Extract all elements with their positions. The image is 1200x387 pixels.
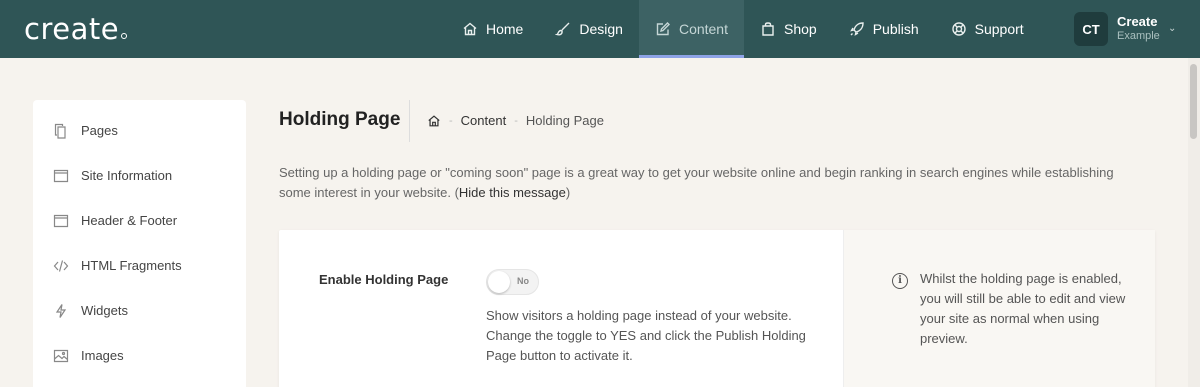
edit-icon [656, 22, 670, 36]
nav-content[interactable]: Content [638, 0, 744, 58]
sidebar-item-html-fragments[interactable]: HTML Fragments [33, 243, 246, 288]
lifebuoy-icon [951, 22, 966, 36]
intro-message: Setting up a holding page or "coming soo… [279, 163, 1139, 203]
sidebar-item-images[interactable]: Images [33, 333, 246, 378]
toggle-knob [488, 271, 510, 293]
nav-publish-label: Publish [872, 21, 919, 37]
main-nav: Home Design Content Shop Publish Support [446, 0, 1040, 58]
nav-home[interactable]: Home [446, 0, 539, 58]
breadcrumb-current: Holding Page [525, 113, 604, 128]
sidebar-item-label: Pages [81, 123, 118, 138]
window-icon [53, 214, 69, 227]
sidebar-item-label: Header & Footer [81, 213, 178, 228]
sidebar-item-label: HTML Fragments [81, 258, 182, 273]
user-subtitle: Example [1117, 30, 1160, 42]
app-logo[interactable]: create [24, 12, 128, 46]
bag-icon [762, 22, 774, 36]
nav-home-label: Home [486, 21, 524, 37]
sidebar-item-label: Site Information [81, 168, 173, 183]
toggle-state: No [517, 276, 529, 286]
info-icon: i [892, 273, 908, 289]
nav-design[interactable]: Design [539, 0, 639, 58]
sidebar-item-widgets[interactable]: Widgets [33, 288, 246, 333]
chevron-down-icon[interactable]: ⌄ [1168, 23, 1176, 34]
sidebar: Pages Site Information Header & Footer H… [33, 100, 246, 387]
page-scrollbar[interactable] [1188, 58, 1200, 387]
intro-text-end: ) [565, 185, 571, 200]
nav-design-label: Design [579, 21, 623, 37]
breadcrumb-separator: - [449, 114, 453, 127]
home-icon[interactable] [427, 114, 441, 128]
nav-support[interactable]: Support [935, 0, 1040, 58]
breadcrumb-separator: - [514, 114, 518, 127]
breadcrumb-content[interactable]: Content [461, 113, 507, 128]
info-text: Whilst the holding page is enabled, you … [920, 271, 1126, 346]
bolt-icon [55, 303, 67, 318]
info-panel: i Whilst the holding page is enabled, yo… [843, 230, 1155, 387]
sidebar-item-site-information[interactable]: Site Information [33, 153, 246, 198]
nav-support-label: Support [974, 21, 1024, 37]
user-name: Create [1117, 14, 1158, 29]
top-nav-bar: create Home Design Content Shop Publish … [0, 0, 1200, 58]
holding-page-settings-card: Enable Holding Page No Show visitors a h… [279, 230, 1155, 387]
avatar[interactable]: CT [1074, 12, 1108, 46]
hide-message-link[interactable]: Hide this message [459, 185, 566, 200]
code-icon [53, 259, 69, 272]
user-menu[interactable]: CT Create Example ⌄ [1074, 12, 1176, 46]
nav-shop[interactable]: Shop [744, 0, 833, 58]
sidebar-item-label: Images [81, 348, 124, 363]
home-icon [463, 22, 477, 36]
brush-icon [555, 22, 570, 36]
window-icon [53, 169, 69, 182]
pages-icon [54, 123, 66, 139]
scrollbar-thumb[interactable] [1190, 64, 1197, 139]
sidebar-item-header-footer[interactable]: Header & Footer [33, 198, 246, 243]
sidebar-item-label: Widgets [81, 303, 128, 318]
user-info: Create Example [1117, 14, 1160, 44]
nav-publish[interactable]: Publish [833, 0, 935, 58]
intro-text: Setting up a holding page or "coming soo… [279, 165, 1114, 200]
enable-holding-page-toggle[interactable]: No [486, 269, 539, 295]
sidebar-item-pages[interactable]: Pages [33, 108, 246, 153]
nav-shop-label: Shop [784, 21, 817, 37]
rocket-icon [849, 22, 864, 36]
breadcrumb: - Content - Holding Page [427, 113, 604, 128]
toggle-help-text: Show visitors a holding page instead of … [486, 308, 806, 363]
title-divider [409, 100, 410, 142]
enable-holding-page-label: Enable Holding Page [319, 272, 449, 287]
image-icon [53, 349, 69, 362]
page-title: Holding Page [279, 109, 401, 130]
nav-content-label: Content [678, 21, 728, 37]
